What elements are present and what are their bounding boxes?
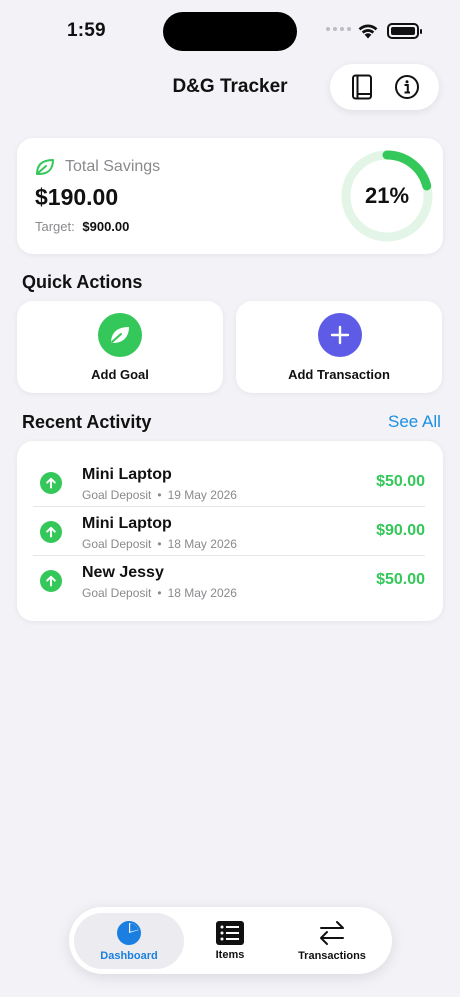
leaf-icon xyxy=(111,327,129,343)
activity-amount: $50.00 xyxy=(376,571,425,588)
list-item[interactable]: New Jessy Goal Deposit • 18 May 2026 $50.0… xyxy=(33,556,425,605)
arrows-swap-icon xyxy=(320,921,344,945)
cellular-signal-icon xyxy=(326,27,351,31)
status-time: 1:59 xyxy=(67,20,106,41)
activity-amount: $50.00 xyxy=(376,473,425,490)
quick-actions-title: Quick Actions xyxy=(22,272,143,292)
deposit-arrow-icon xyxy=(40,570,62,592)
list-item[interactable]: Mini Laptop Goal Deposit • 19 May 2026 $50… xyxy=(33,458,425,507)
header-actions xyxy=(330,64,439,110)
savings-progress-text: 21% xyxy=(364,183,410,208)
separator-dot: • xyxy=(157,537,162,551)
activity-date: 19 May 2026 xyxy=(167,488,237,502)
activity-date: 18 May 2026 xyxy=(167,537,237,551)
separator-dot: • xyxy=(157,488,162,502)
add-transaction-label: Add Transaction xyxy=(288,367,390,382)
recent-activity-list: Mini Laptop Goal Deposit • 19 May 2026 $50… xyxy=(17,441,443,621)
recent-activity-title: Recent Activity xyxy=(22,412,152,432)
add-transaction-icon-circle xyxy=(318,313,362,357)
dashboard-screen: 1:59 D&G Tracker Total Savings $190.00 T… xyxy=(0,0,460,997)
savings-amount: $190.00 xyxy=(35,184,119,210)
plus-icon xyxy=(330,325,350,345)
deposit-arrow-icon xyxy=(40,472,62,494)
tab-label: Dashboard xyxy=(100,950,158,962)
book-button[interactable] xyxy=(345,70,379,104)
tab-transactions[interactable]: Transactions xyxy=(282,913,382,969)
activity-type: Goal Deposit xyxy=(82,537,152,551)
activity-subtitle: Goal Deposit • 18 May 2026 xyxy=(82,537,237,551)
activity-title: Mini Laptop xyxy=(82,466,172,483)
separator-dot: • xyxy=(157,586,162,600)
activity-title: Mini Laptop xyxy=(82,515,172,532)
battery-icon xyxy=(387,23,422,39)
activity-subtitle: Goal Deposit • 18 May 2026 xyxy=(82,586,237,600)
info-button[interactable] xyxy=(390,70,424,104)
activity-date: 18 May 2026 xyxy=(167,586,237,600)
list-icon xyxy=(216,921,244,945)
activity-subtitle: Goal Deposit • 19 May 2026 xyxy=(82,488,237,502)
savings-target: Target: $900.00 xyxy=(35,219,129,234)
add-goal-button[interactable]: Add Goal xyxy=(17,301,223,393)
wifi-icon xyxy=(358,24,378,39)
add-goal-icon-circle xyxy=(98,313,142,357)
target-label: Target: xyxy=(35,219,75,234)
add-goal-label: Add Goal xyxy=(91,367,149,382)
see-all-link[interactable]: See All xyxy=(388,412,441,432)
pie-chart-icon xyxy=(117,921,141,945)
savings-label-row: Total Savings xyxy=(35,158,160,176)
deposit-arrow-icon xyxy=(40,521,62,543)
tab-dashboard[interactable]: Dashboard xyxy=(74,913,184,969)
info-icon xyxy=(394,75,419,99)
target-value: $900.00 xyxy=(82,219,130,234)
activity-amount: $90.00 xyxy=(376,522,425,539)
add-transaction-button[interactable]: Add Transaction xyxy=(236,301,442,393)
tab-items[interactable]: Items xyxy=(190,913,270,969)
leaf-icon xyxy=(36,159,54,175)
activity-title: New Jessy xyxy=(82,564,164,581)
dynamic-island xyxy=(163,12,297,51)
savings-label: Total Savings xyxy=(65,158,161,175)
activity-type: Goal Deposit xyxy=(82,488,152,502)
list-item[interactable]: Mini Laptop Goal Deposit • 18 May 2026 $90… xyxy=(33,507,425,556)
book-icon xyxy=(352,74,373,100)
tab-bar: Dashboard Items Transactions xyxy=(69,907,392,974)
tab-label: Items xyxy=(215,949,245,961)
tab-label: Transactions xyxy=(298,950,366,962)
activity-type: Goal Deposit xyxy=(82,586,152,600)
